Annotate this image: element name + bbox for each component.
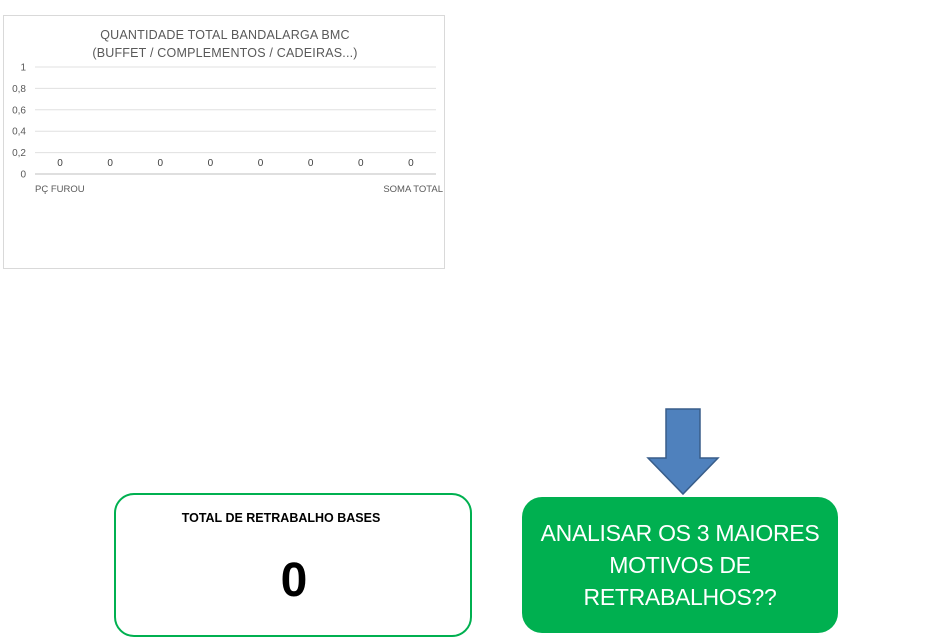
chart-data-label: 0 [208,158,214,169]
total-retrabalho-value: 0 [280,554,308,607]
total-retrabalho-card: TOTAL DE RETRABALHO BASES 0 [114,493,472,637]
chart-gridlines [35,66,436,175]
chart-y-tick-label: 0,2 [12,148,26,159]
chart-container[interactable]: QUANTIDADE TOTAL BANDALARGA BMC (BUFFET … [3,15,445,269]
analyze-reasons-card: ANALISAR OS 3 MAIORES MOTIVOS DE RETRABA… [522,497,838,633]
chart-category-label: SOMA TOTAL [383,184,443,195]
chart-category-label: PÇ FUROU [35,184,85,195]
chart-category-labels: PÇ FUROU SOMA TOTAL [35,184,443,195]
chart-y-tick-label: 0,8 [12,84,26,95]
arrow-down-icon [646,408,720,496]
chart-data-label: 0 [158,158,164,169]
chart-y-tick-label: 0 [20,170,26,181]
chart-y-tick-label: 0,6 [12,105,26,116]
chart-plot: 1 0,8 0,6 0,4 0,2 0 0 0 0 0 0 0 0 0 PÇ FUROU SOMA TOT… [12,63,443,196]
chart-data-label: 0 [408,158,414,169]
chart-data-label: 0 [107,158,113,169]
chart-y-tick-label: 1 [20,63,26,74]
chart-y-ticks: 1 0,8 0,6 0,4 0,2 0 [12,63,26,181]
chart-y-tick-label: 0,4 [12,127,26,138]
total-retrabalho-label: TOTAL DE RETRABALHO BASES [181,511,381,525]
analyze-reasons-text: ANALISAR OS 3 MAIORES MOTIVOS DE RETRABA… [540,520,820,610]
chart-data-label: 0 [308,158,314,169]
chart-data-label: 0 [57,158,63,169]
chart-data-label: 0 [258,158,264,169]
chart-data-labels: 0 0 0 0 0 0 0 0 [57,158,414,169]
chart-data-label: 0 [358,158,364,169]
